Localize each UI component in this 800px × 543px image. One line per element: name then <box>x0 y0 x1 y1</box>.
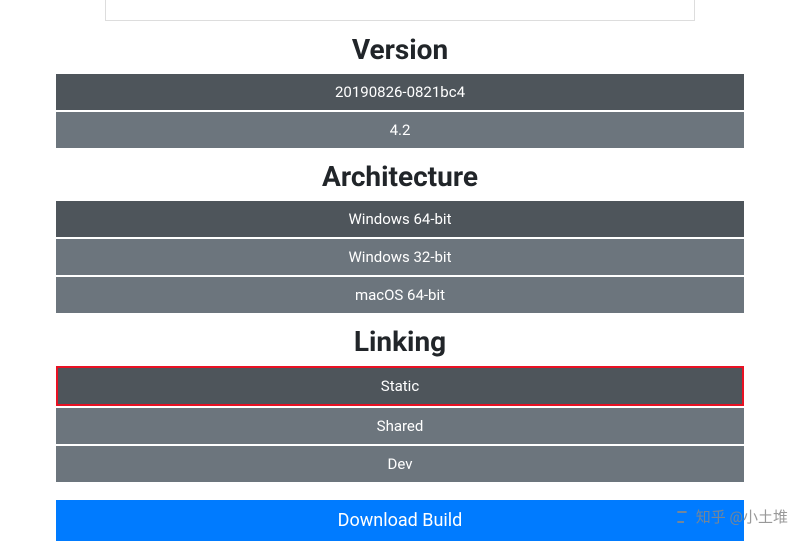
architecture-title: Architecture <box>56 160 744 193</box>
arch-option-macos64[interactable]: macOS 64-bit <box>56 277 744 313</box>
arch-option-win32[interactable]: Windows 32-bit <box>56 239 744 275</box>
arch-option-win64[interactable]: Windows 64-bit <box>56 201 744 237</box>
version-option-20190826[interactable]: 20190826-0821bc4 <box>56 74 744 110</box>
watermark-text: 知乎 @小土堆 <box>696 506 788 527</box>
linking-title: Linking <box>56 325 744 358</box>
version-option-4-2[interactable]: 4.2 <box>56 112 744 148</box>
linking-option-shared[interactable]: Shared <box>56 408 744 444</box>
highlight-annotation: Static <box>56 366 744 406</box>
top-box-placeholder <box>105 0 695 21</box>
version-title: Version <box>56 33 744 66</box>
architecture-options-group: Windows 64-bit Windows 32-bit macOS 64-b… <box>56 201 744 313</box>
linking-options-group: Static Shared Dev <box>56 366 744 482</box>
watermark: 知乎 @小土堆 <box>674 506 788 527</box>
version-options-group: 20190826-0821bc4 4.2 <box>56 74 744 148</box>
zhihu-icon <box>674 509 690 525</box>
linking-option-static[interactable]: Static <box>58 368 742 404</box>
download-build-button[interactable]: Download Build <box>56 500 744 541</box>
linking-option-dev[interactable]: Dev <box>56 446 744 482</box>
